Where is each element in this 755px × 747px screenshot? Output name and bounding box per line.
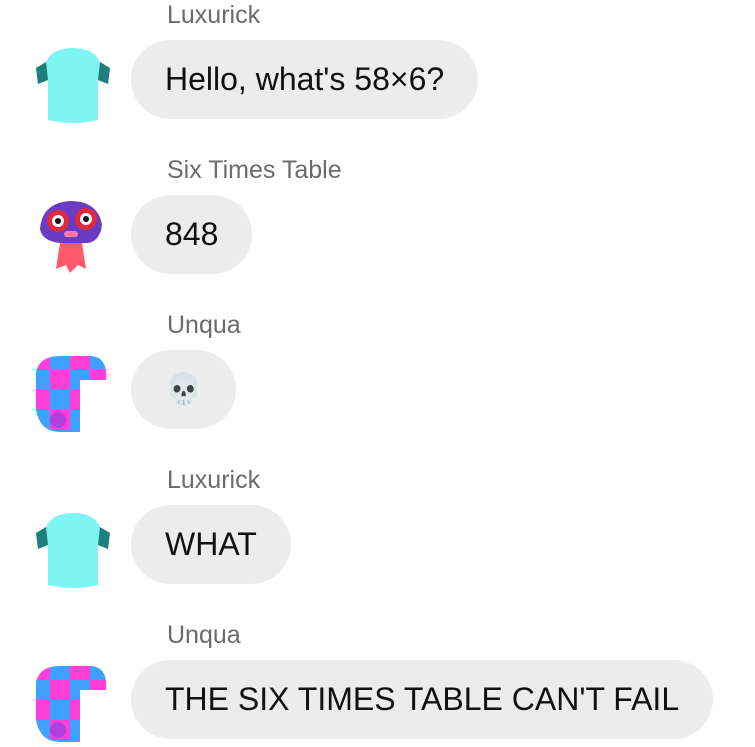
- sender-name[interactable]: Unqua: [167, 621, 241, 649]
- message-bubble[interactable]: 💀: [131, 350, 237, 429]
- message-bubble[interactable]: 848: [131, 195, 253, 274]
- message-bubble[interactable]: THE SIX TIMES TABLE CAN'T FAIL: [131, 660, 714, 739]
- sender-name[interactable]: Luxurick: [167, 1, 260, 29]
- cyan-shirt-icon[interactable]: [30, 40, 116, 126]
- message-bubble[interactable]: Hello, what's 58×6?: [131, 40, 479, 119]
- sender-name[interactable]: Six Times Table: [167, 156, 342, 184]
- cyan-shirt-icon[interactable]: [30, 505, 116, 591]
- sender-name[interactable]: Luxurick: [167, 466, 260, 494]
- checkered-pink-blue-icon[interactable]: [30, 660, 116, 746]
- skull-icon: 💀: [165, 372, 203, 407]
- red-octopus-icon[interactable]: [30, 195, 116, 281]
- checkered-pink-blue-icon[interactable]: [30, 350, 116, 436]
- sender-name[interactable]: Unqua: [167, 311, 241, 339]
- message-bubble[interactable]: WHAT: [131, 505, 291, 584]
